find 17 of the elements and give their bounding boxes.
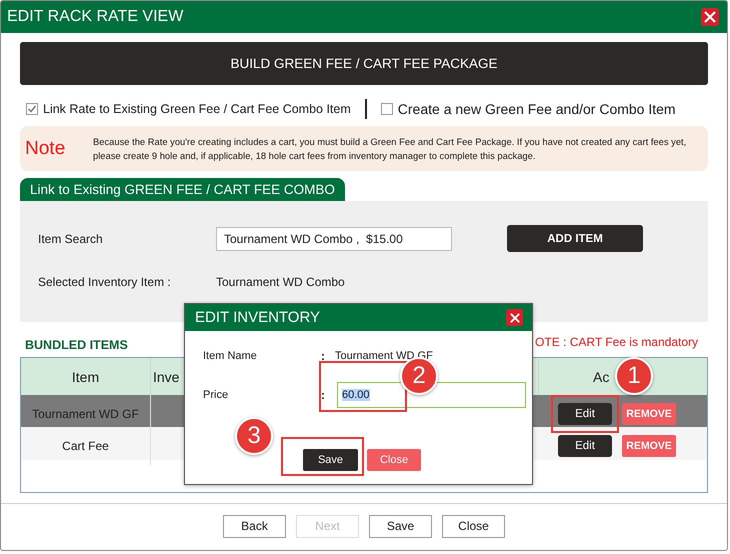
option-label: Link Rate to Existing Green Fee / Cart Fee Combo Item — [43, 102, 351, 116]
field-label: Item Name — [203, 350, 258, 362]
colon-mark: : — [321, 349, 326, 363]
note-text: Because the Rate you're creating includes a cart, you must build a Green Fee and Cart Fee Package. If you have not created any cart fees yet, please create 9 hole and, if applicable, 18 hole cart fees from inventory manager to complete this package. — [93, 134, 688, 162]
dialog-title: EDIT INVENTORY — [195, 309, 320, 326]
mandatory-notice: OTE : CART Fee is mandatory — [535, 335, 698, 349]
table-cell: Cart Fee — [21, 427, 151, 465]
selected-item-value: Tournament WD Combo — [216, 275, 345, 289]
field-label: Selected Inventory Item : — [38, 275, 172, 289]
column-header: Ac — [593, 368, 610, 384]
field-label: Item Search — [38, 232, 104, 246]
column-header: Inve — [153, 368, 180, 384]
window-title: EDIT RACK RATE VIEW — [7, 8, 184, 26]
column-header: Item — [72, 368, 100, 384]
note-label: Note — [25, 138, 66, 160]
section-heading: BUNDLED ITEMS — [25, 338, 128, 352]
option-label: Create a new Green Fee and/or Combo Item — [398, 101, 676, 117]
